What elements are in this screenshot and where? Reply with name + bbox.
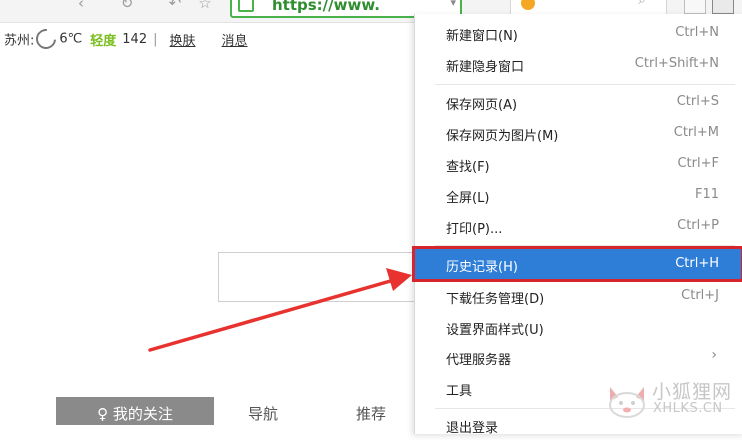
separator: | [153, 31, 158, 47]
fox-logo-icon [609, 387, 645, 418]
moon-icon [32, 24, 61, 54]
air-quality-level[interactable]: 轻度 [90, 34, 116, 49]
page-search-input[interactable] [218, 252, 419, 302]
menu-item-label: 工具 [446, 384, 473, 399]
menu-item-label: 全屏(L) [446, 191, 490, 206]
temperature: 6℃ [59, 31, 83, 47]
browser-main-menu: 新建窗口(N) Ctrl+N 新建隐身窗口 Ctrl+Shift+N 保存网页(… [412, 14, 742, 436]
menu-item-shortcut: Ctrl+P [677, 218, 719, 233]
submenu-chevron-right-icon: › [711, 347, 717, 363]
menu-item-shortcut: Ctrl+H [675, 256, 719, 271]
menu-item-proxy-server[interactable]: 代理服务器 › [415, 342, 741, 372]
menu-item-history[interactable]: 历史记录(H) Ctrl+H [412, 246, 742, 282]
extension-button[interactable] [684, 0, 706, 14]
menu-item-shortcut: F11 [694, 187, 719, 202]
menu-divider [435, 245, 735, 246]
menu-item-label: 打印(P)... [446, 222, 503, 237]
menu-item-shortcut: Ctrl+J [681, 288, 719, 303]
menu-item-print[interactable]: 打印(P)... Ctrl+P [415, 211, 741, 241]
weather-info-bar: 苏州: 6℃ 轻度 142 | 换肤 消息 [4, 24, 248, 54]
menu-item-fullscreen[interactable]: 全屏(L) F11 [415, 180, 741, 210]
menu-item-shortcut: Ctrl+N [675, 25, 719, 40]
menu-item-new-incognito-window[interactable]: 新建隐身窗口 Ctrl+Shift+N [415, 49, 741, 79]
menu-item-shortcut: Ctrl+M [673, 125, 719, 140]
tab-recommend[interactable]: 推荐 [356, 397, 386, 425]
secure-lock-icon [238, 0, 254, 12]
menu-item-label: 保存网页为图片(M) [446, 129, 559, 144]
menu-item-shortcut: Ctrl+Shift+N [634, 56, 719, 71]
watermark-chinese: 小狐狸网 [652, 381, 733, 403]
site-watermark: 小狐狸网 XHLKS.CN [606, 376, 742, 421]
menu-divider [435, 84, 735, 85]
favorite-star-icon[interactable]: ☆ [196, 0, 214, 12]
menu-item-save-page-as-image[interactable]: 保存网页为图片(M) Ctrl+M [415, 118, 741, 148]
menu-item-find[interactable]: 查找(F) Ctrl+F [415, 149, 741, 179]
menu-item-shortcut: Ctrl+F [677, 156, 719, 171]
skin-link[interactable]: 换肤 [170, 34, 196, 49]
watermark-domain: XHLKS.CN [653, 401, 723, 416]
aqi-value: 142 [122, 31, 148, 47]
refresh-icon[interactable]: ↻ [118, 0, 136, 12]
search-icon[interactable]: ⌕ [638, 0, 646, 8]
menu-item-shortcut: Ctrl+S [676, 94, 719, 109]
search-engine-icon[interactable] [521, 0, 535, 10]
menu-button[interactable] [712, 0, 734, 14]
tab-my-follow[interactable]: ♀ 我的关注 [56, 397, 214, 425]
undo-icon[interactable]: ↶ [166, 0, 184, 12]
menu-item-download-manager[interactable]: 下载任务管理(D) Ctrl+J [415, 281, 741, 311]
menu-item-save-page[interactable]: 保存网页(A) Ctrl+S [415, 87, 741, 117]
menu-item-label: 历史记录(H) [446, 260, 518, 275]
menu-item-label: 退出登录 [446, 421, 499, 436]
menu-item-label: 保存网页(A) [446, 98, 518, 113]
city-label: 苏州: [4, 33, 35, 49]
menu-item-label: 查找(F) [446, 160, 490, 175]
menu-item-new-window[interactable]: 新建窗口(N) Ctrl+N [415, 18, 741, 48]
menu-item-interface-style[interactable]: 设置界面样式(U) [415, 312, 741, 342]
menu-item-label: 设置界面样式(U) [446, 323, 544, 338]
messages-link[interactable]: 消息 [222, 34, 248, 49]
address-dropdown-icon[interactable]: ▾ [450, 0, 456, 9]
address-url[interactable]: https://www. [272, 0, 380, 14]
tab-navigation[interactable]: 导航 [248, 397, 278, 425]
menu-item-label: 新建隐身窗口 [446, 60, 525, 75]
menu-item-label: 新建窗口(N) [446, 29, 518, 44]
back-icon[interactable]: ‹ [72, 0, 90, 12]
menu-item-label: 代理服务器 [446, 353, 512, 368]
menu-item-label: 下载任务管理(D) [446, 292, 545, 307]
